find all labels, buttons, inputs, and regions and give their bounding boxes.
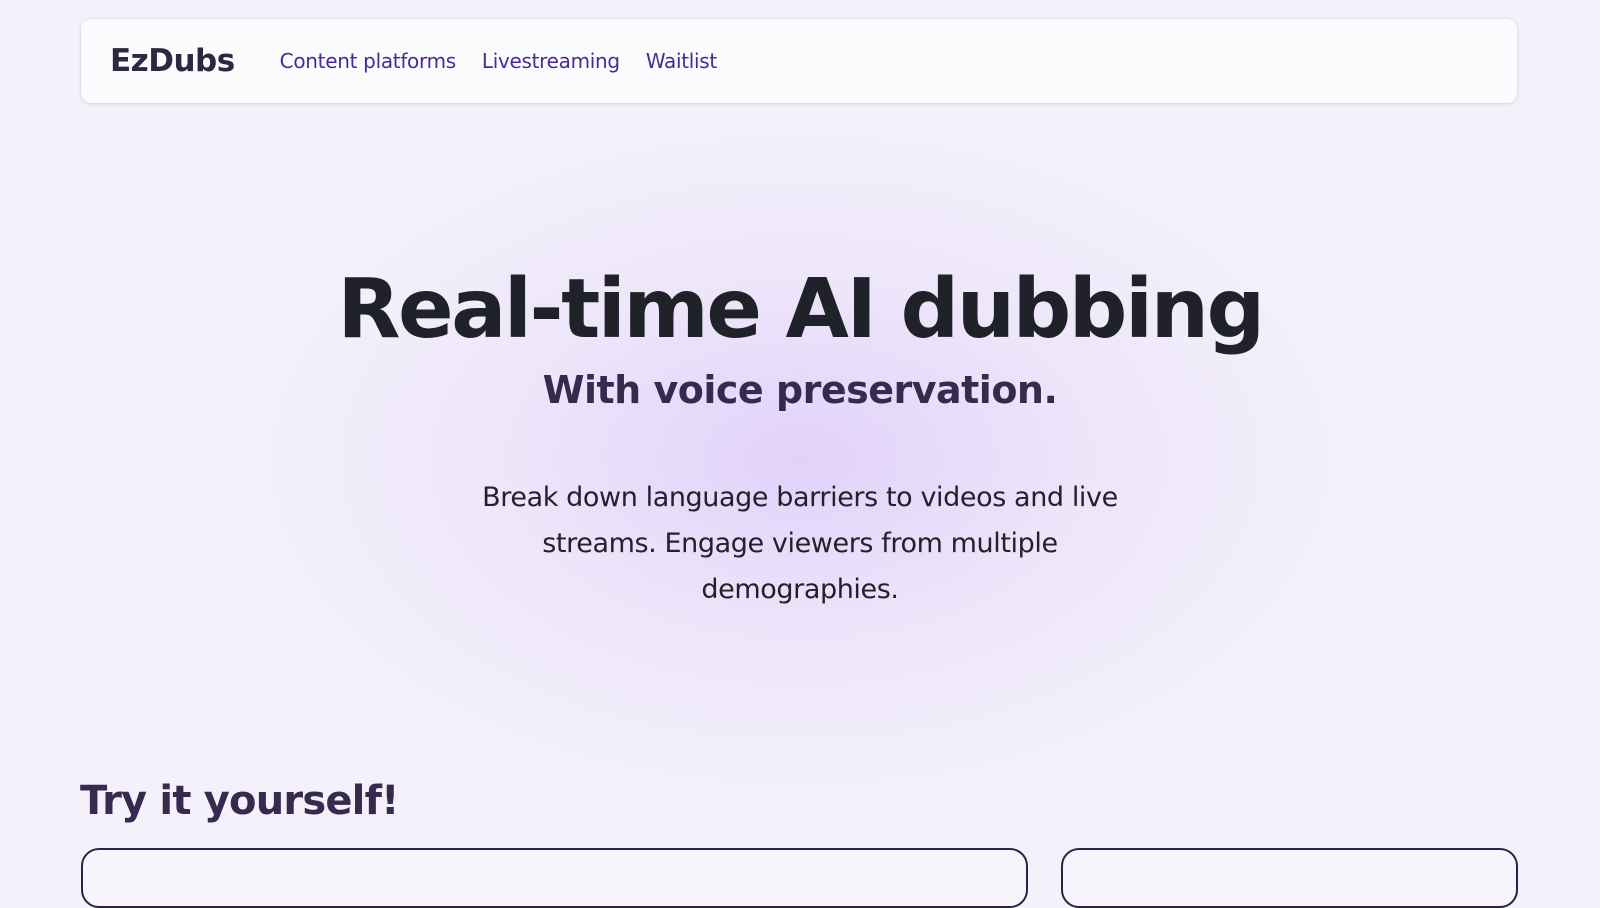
nav-links: Content platforms Livestreaming Waitlist: [280, 49, 718, 73]
demo-output-card[interactable]: [1061, 848, 1518, 908]
nav-link-content-platforms[interactable]: Content platforms: [280, 49, 457, 73]
nav-link-livestreaming[interactable]: Livestreaming: [482, 49, 620, 73]
brand-logo[interactable]: EzDubs: [110, 43, 235, 79]
hero-title: Real-time AI dubbing: [337, 262, 1265, 357]
demo-input-card[interactable]: [81, 848, 1028, 908]
hero-subtitle: With voice preservation.: [542, 368, 1058, 412]
try-it-heading: Try it yourself!: [80, 778, 399, 824]
hero-description: Break down language barriers to videos a…: [482, 482, 1118, 605]
nav-link-waitlist[interactable]: Waitlist: [646, 49, 717, 73]
top-navbar: EzDubs Content platforms Livestreaming W…: [81, 19, 1517, 103]
hero-section: Real-time AI dubbing With voice preserva…: [0, 255, 1600, 613]
